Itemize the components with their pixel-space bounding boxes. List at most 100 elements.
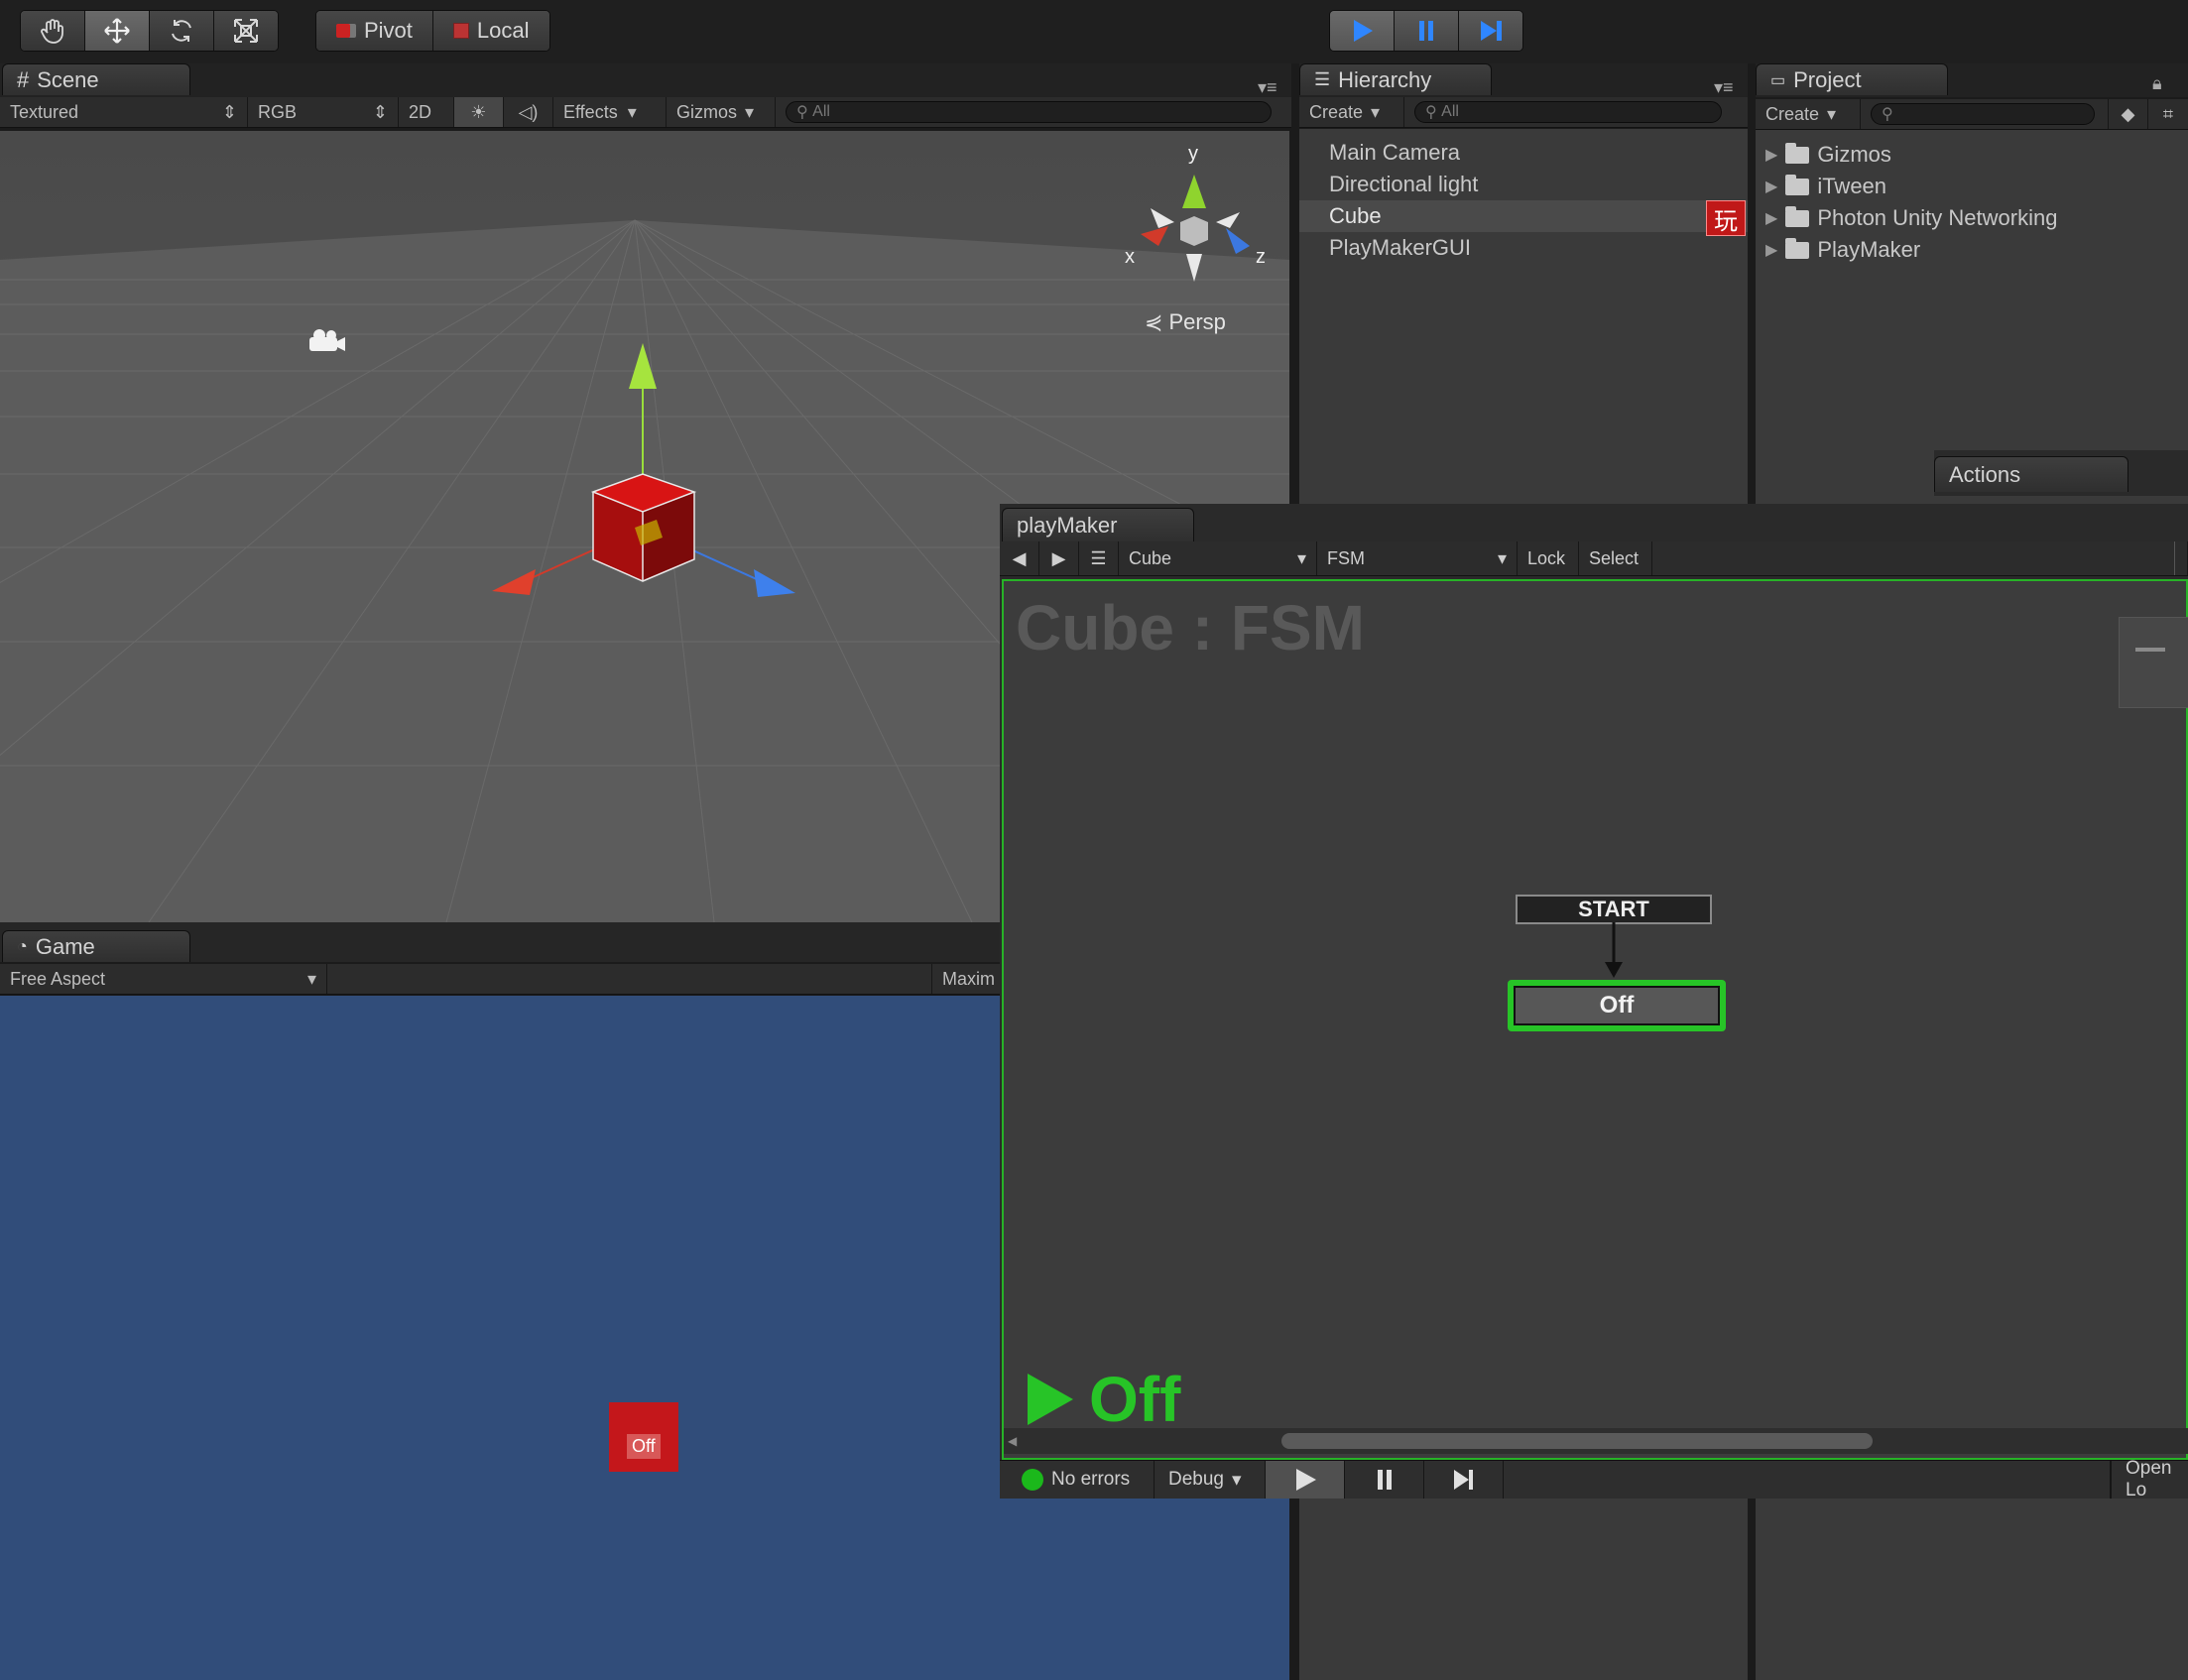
state-node-off[interactable]: Off [1508,980,1726,1031]
hierarchy-search-input[interactable]: ⚲ All [1414,101,1722,123]
axis-y-label: y [1188,143,1198,165]
fsm-graph-canvas[interactable]: Cube : FSM START Off Off ◀ [1002,579,2188,1460]
hierarchy-item-label: Directional light [1329,172,1479,196]
scene-search-input[interactable]: ⚲ All [786,101,1272,123]
tab-scene[interactable]: # Scene [2,63,190,95]
graph-minimize-panel[interactable] [2119,617,2188,708]
scrollbar-thumb[interactable] [1281,1433,1873,1449]
scene-search-cell: ⚲ All [776,97,1291,127]
chevron-down-icon: ▾ [745,101,755,122]
project-folder-itween[interactable]: ▶ iTween [1756,171,2188,202]
expand-arrow-icon[interactable]: ▶ [1765,145,1777,165]
hand-tool-button[interactable] [21,11,85,51]
lock-toggle[interactable]: Lock [1518,541,1579,575]
tab-playmaker[interactable]: playMaker [1002,508,1194,541]
select-button[interactable]: Select [1579,541,1652,575]
menu-button[interactable]: ☰ [1079,541,1119,575]
chevron-down-icon: ▾ [1497,547,1507,568]
folder-icon [1785,237,1810,259]
open-log-label: Open Lo [2126,1458,2172,1500]
hierarchy-toolbar: Create ▾ ⚲ All [1299,97,1748,128]
expand-arrow-icon[interactable]: ▶ [1765,208,1777,228]
debug-dropdown[interactable]: Debug ▾ [1155,1461,1266,1499]
rotate-icon [172,20,191,42]
shading-dropdown[interactable]: Textured ⇕ [0,97,248,127]
hierarchy-item-directional-light[interactable]: Directional light [1299,169,1748,200]
game-cube: Off [609,1402,678,1472]
hierarchy-create-dropdown[interactable]: Create ▾ [1299,97,1404,127]
minus-icon [2135,648,2165,652]
hierarchy-item-main-camera[interactable]: Main Camera [1299,137,1748,169]
step-button[interactable] [1459,11,1522,51]
folder-icon: ▭ [1770,71,1786,89]
tab-game[interactable]: ◔ Game [2,930,190,962]
horizontal-scrollbar[interactable]: ◀ [1004,1428,2188,1454]
hierarchy-panel-menu-icon[interactable]: ▾≡ [1714,77,1734,98]
tab-hierarchy[interactable]: ☰ Hierarchy [1299,63,1492,95]
projection-toggle[interactable]: ⋞ Persp [1145,309,1226,335]
error-status[interactable]: No errors [1008,1461,1155,1499]
scene-panel-menu-icon[interactable]: ▾≡ [1258,77,1277,98]
create-label: Create [1309,101,1364,122]
move-tool-button[interactable] [85,11,150,51]
project-search-input[interactable]: ⚲ [1871,103,2095,125]
project-folder-list: ▶ Gizmos ▶ iTween ▶ Photon Unity Networking… [1756,139,2188,266]
mode-2d-toggle[interactable]: 2D [399,97,454,127]
pivot-button[interactable]: Pivot [316,11,433,51]
start-node[interactable]: START [1516,895,1712,924]
scene-options-bar: Textured ⇕ RGB ⇕ 2D ☀ ◁) Effects ▾ Gizmos ▾ … [0,97,1291,128]
chevron-down-icon: ▾ [627,101,637,122]
channel-dropdown[interactable]: RGB ⇕ [248,97,399,127]
filter-by-type-button[interactable]: ◆ [2109,99,2148,129]
search-placeholder: All [1441,103,1459,120]
play-button[interactable] [1330,11,1395,51]
hierarchy-item-cube[interactable]: Cube 玩 [1299,200,1748,236]
back-button[interactable]: ◀ [1000,541,1039,575]
gizmos-label: Gizmos [676,101,738,122]
expand-arrow-icon[interactable]: ▶ [1765,240,1777,260]
rotate-tool-button[interactable] [150,11,214,51]
tab-actions[interactable]: Actions [1934,456,2128,492]
folder-icon [1785,174,1810,195]
pm-play-button[interactable] [1266,1461,1345,1499]
pause-button[interactable] [1395,11,1459,51]
hierarchy-item-playmakergui[interactable]: PlayMakerGUI [1299,232,1748,264]
audio-toggle[interactable]: ◁) [504,97,553,127]
project-create-dropdown[interactable]: Create ▾ [1756,99,1861,129]
lock-label: Lock [1527,547,1566,568]
object-dropdown[interactable]: Cube ▾ [1119,541,1317,575]
pm-step-button[interactable] [1424,1461,1504,1499]
project-folder-gizmos[interactable]: ▶ Gizmos [1756,139,2188,171]
playmaker-fsm-badge[interactable]: 玩 [1706,200,1746,236]
chevron-down-icon: ▾ [1232,1469,1242,1491]
open-log-button[interactable]: Open Lo [2111,1458,2188,1500]
scroll-left-icon[interactable]: ◀ [1008,1434,1017,1448]
forward-button[interactable]: ▶ [1039,541,1079,575]
inspector-toggle[interactable] [2174,541,2188,575]
hierarchy-tab-label: Hierarchy [1338,66,1432,92]
effects-dropdown[interactable]: Effects ▾ [553,97,667,127]
fsm-dropdown[interactable]: FSM ▾ [1317,541,1518,575]
filter-by-label-button[interactable]: ⌗ [2148,99,2188,129]
project-folder-photon[interactable]: ▶ Photon Unity Networking [1756,202,2188,234]
shapes-icon: ◆ [2121,103,2135,124]
updown-icon: ⇕ [372,101,388,122]
play-icon [1295,1469,1316,1491]
lock-icon[interactable]: 🔒︎ [2152,73,2162,94]
speaker-icon: ◁) [518,101,539,122]
playmaker-statusbar: No errors Debug ▾ Open Lo [1000,1458,2188,1500]
local-button[interactable]: Local [432,11,549,51]
search-icon: ⚲ [796,104,808,121]
expand-arrow-icon[interactable]: ▶ [1765,177,1777,196]
scale-tool-button[interactable] [214,11,278,51]
aspect-dropdown[interactable]: Free Aspect ▾ [0,964,327,994]
lighting-toggle[interactable]: ☀ [454,97,504,127]
tab-project[interactable]: ▭ Project [1756,63,1948,95]
scene-tab-label: Scene [37,66,99,92]
updown-icon: ⇕ [221,101,237,122]
search-icon: ⚲ [1425,104,1437,121]
pm-pause-button[interactable] [1345,1461,1424,1499]
gizmos-dropdown[interactable]: Gizmos ▾ [667,97,776,127]
project-folder-playmaker[interactable]: ▶ PlayMaker [1756,234,2188,266]
